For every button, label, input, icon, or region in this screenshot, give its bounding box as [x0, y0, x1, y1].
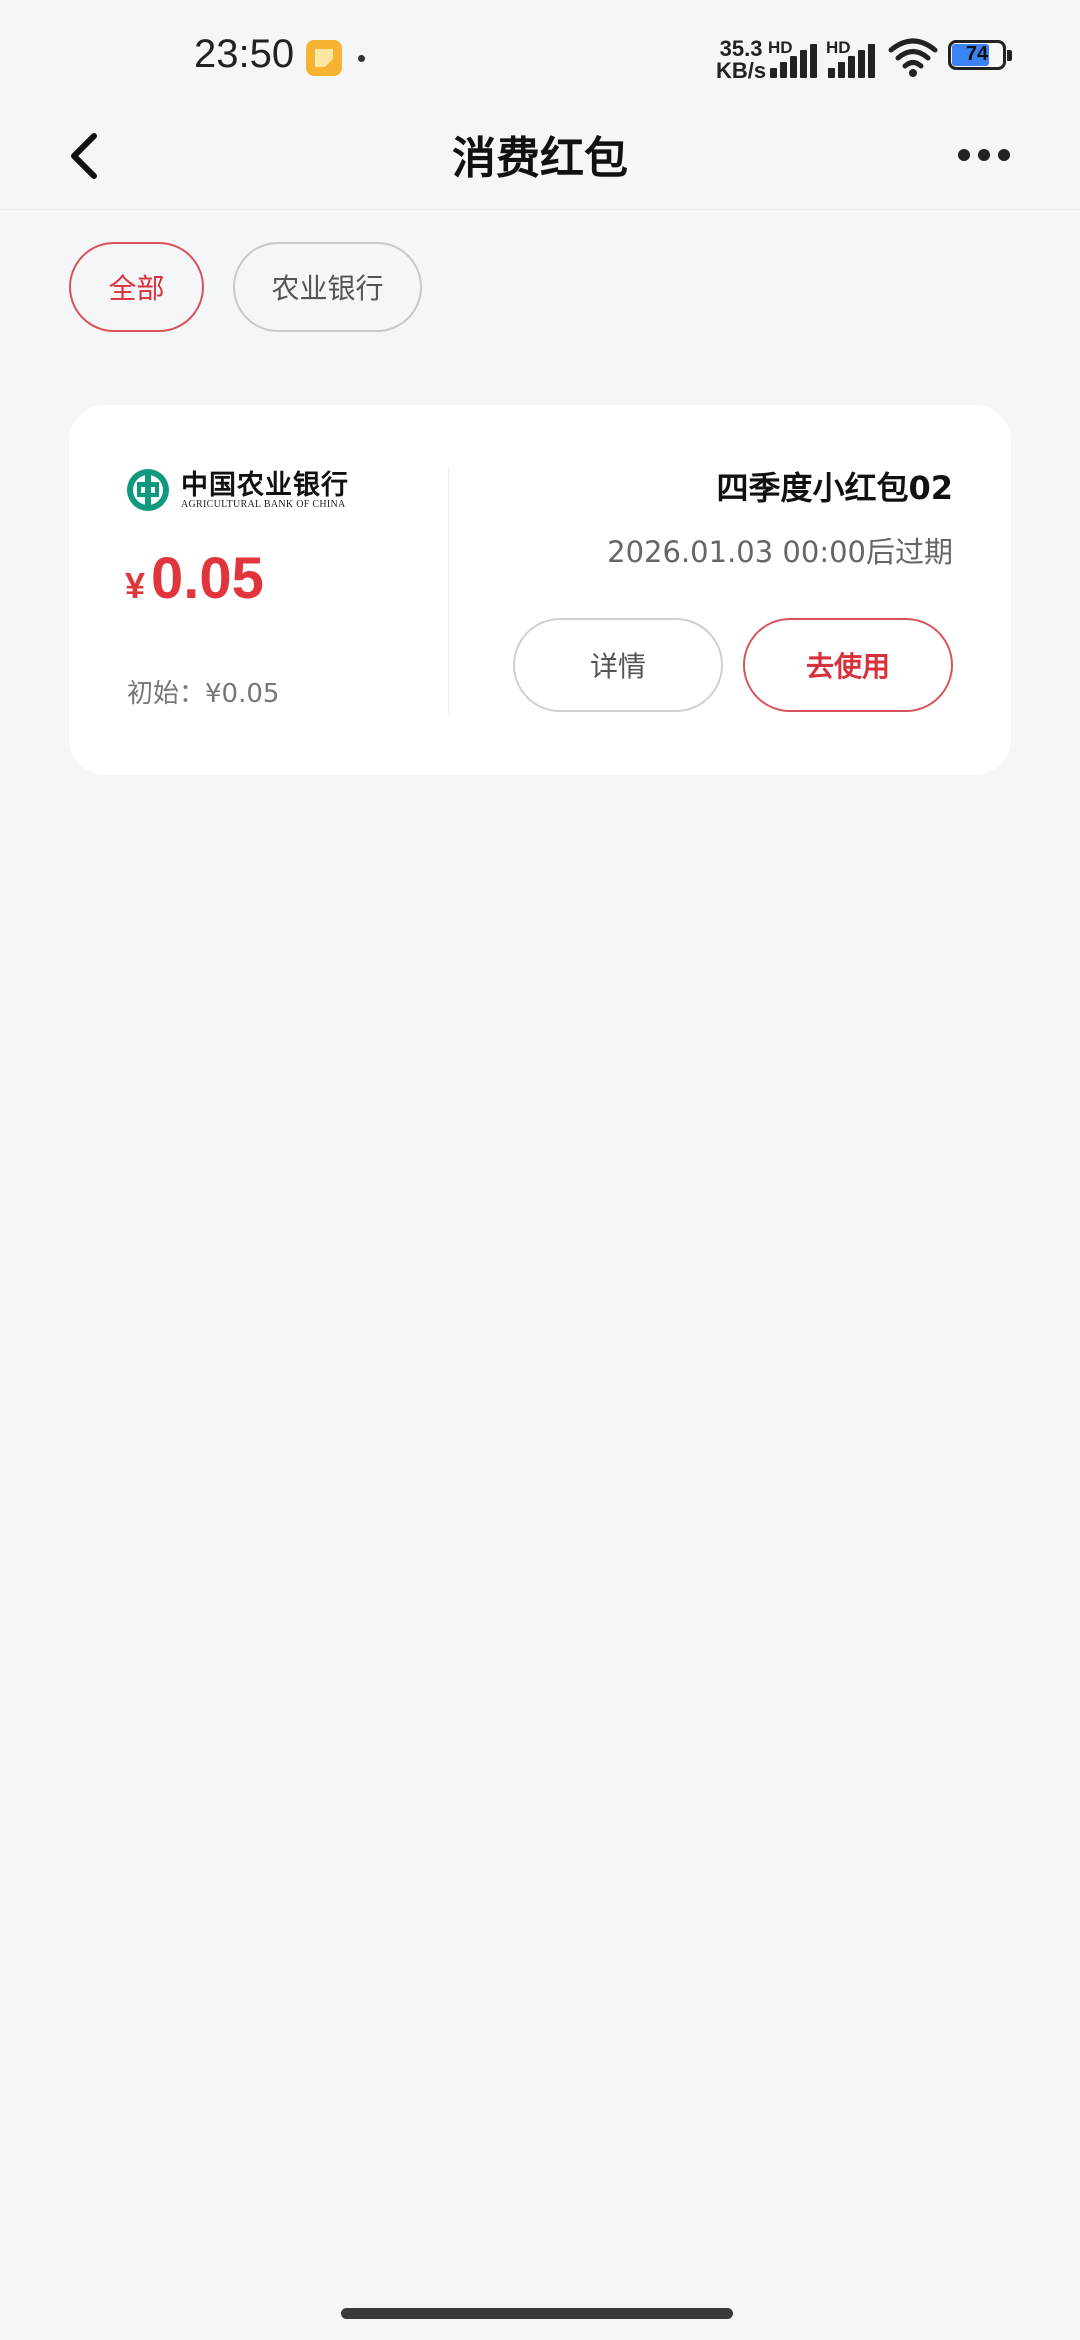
coupon-card: 中国农业银行 AGRICULTURAL BANK OF CHINA ¥0.05 …	[69, 405, 1011, 775]
network-speed-value: 35.3	[719, 36, 763, 61]
status-bar: 23:50 35.3 KB/s HD HD 74	[0, 0, 1080, 110]
card-divider	[448, 467, 449, 715]
currency-symbol: ¥	[125, 565, 146, 606]
bank-name: 中国农业银行	[181, 470, 349, 501]
battery-level: 74	[965, 43, 989, 65]
abc-emblem-icon	[127, 469, 169, 511]
amount-value: 0.05	[151, 546, 264, 611]
sim2-signal-icon: HD	[826, 38, 882, 78]
sim2-hd-label: HD	[826, 38, 851, 57]
bank-logo: 中国农业银行 AGRICULTURAL BANK OF CHINA	[125, 461, 365, 521]
wifi-icon	[888, 38, 938, 77]
network-speed: 35.3 KB/s	[716, 38, 766, 82]
detail-button[interactable]: 详情	[513, 618, 723, 712]
sim1-signal-icon: HD	[768, 38, 824, 78]
coupon-expiry: 2026.01.03 00:00后过期	[607, 535, 953, 569]
use-button[interactable]: 去使用	[743, 618, 953, 712]
filter-chip-all[interactable]: 全部	[69, 242, 204, 332]
more-options-icon[interactable]	[948, 130, 1020, 180]
battery-icon: 74	[948, 40, 1014, 72]
initial-amount: 初始：¥0.05	[127, 679, 280, 709]
page-title: 消费红包	[452, 133, 628, 184]
notes-app-notification-icon	[306, 40, 342, 76]
coupon-amount: ¥0.05	[125, 545, 264, 612]
bank-name-en: AGRICULTURAL BANK OF CHINA	[181, 499, 346, 510]
sim1-hd-label: HD	[768, 38, 793, 57]
network-speed-unit: KB/s	[716, 58, 767, 83]
status-time: 23:50	[194, 32, 295, 76]
coupon-title: 四季度小红包02	[716, 469, 953, 507]
more-notifications-dot-icon	[358, 55, 365, 62]
home-indicator[interactable]	[341, 2308, 733, 2319]
nav-bar: 消费红包	[0, 110, 1080, 210]
filter-chip-agricultural-bank[interactable]: 农业银行	[233, 242, 422, 332]
